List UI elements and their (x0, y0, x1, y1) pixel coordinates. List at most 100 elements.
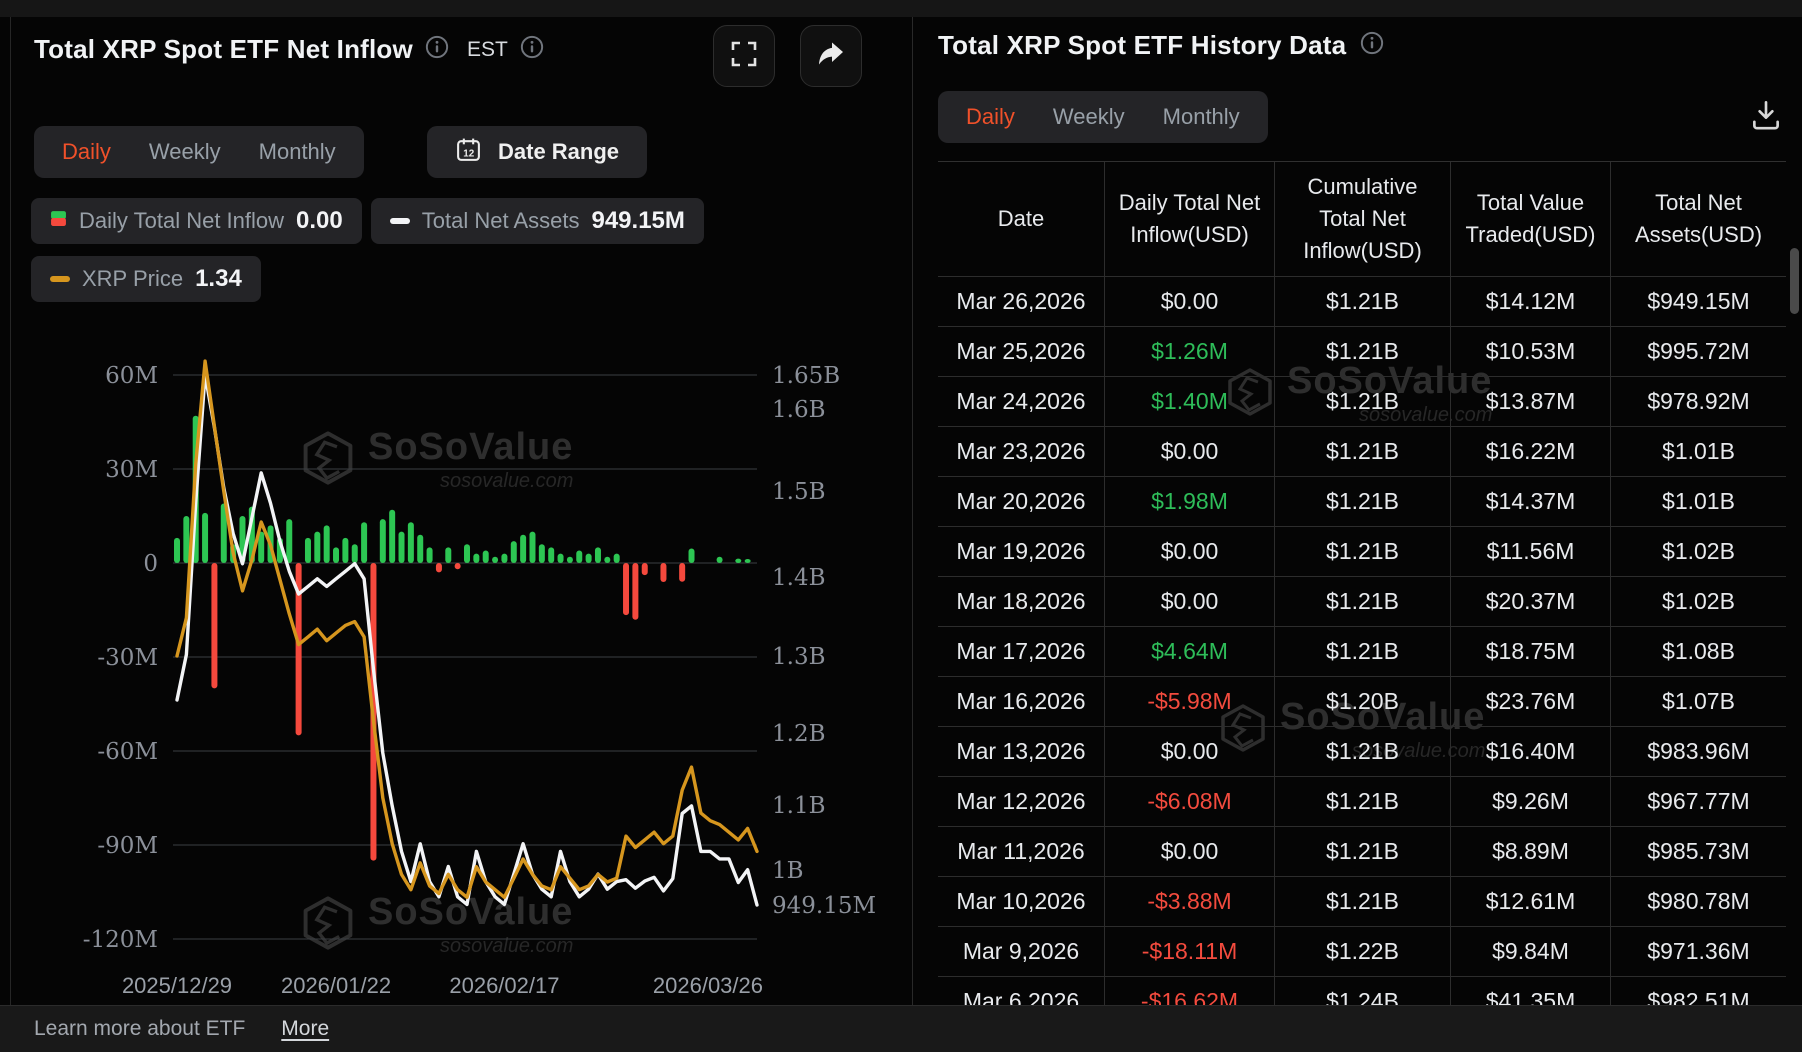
share-button[interactable] (800, 25, 862, 87)
left-axis-tick: 60M (105, 363, 158, 389)
table-cell-value: $1.21B (1275, 377, 1451, 427)
table-cell-value: $1.01B (1611, 477, 1786, 527)
inflow-bar (689, 548, 695, 563)
table-header: Daily Total Net Inflow(USD) (1105, 162, 1275, 277)
table-cell-value: $1.21B (1275, 877, 1451, 927)
table-cell-value: $1.20B (1275, 677, 1451, 727)
table-header: Date (938, 162, 1105, 277)
inflow-bar (492, 557, 498, 563)
inflow-bar (529, 532, 535, 563)
table-cell-value: -$16.62M (1105, 977, 1275, 1005)
download-button[interactable] (1742, 94, 1790, 140)
table-cell-value: $1.21B (1275, 277, 1451, 327)
right-axis-tick: 1.6B (772, 397, 825, 423)
tab-daily[interactable]: Daily (62, 139, 111, 165)
svg-text:12: 12 (463, 148, 474, 159)
inflow-bar (511, 541, 517, 563)
table-header: Total Net Assets(USD) (1611, 162, 1786, 277)
table-cell-value: $982.51M (1611, 977, 1786, 1005)
legend-daily-net-inflow[interactable]: Daily Total Net Inflow 0.00 (31, 198, 362, 244)
inflow-bar (735, 559, 741, 563)
inflow-bar (539, 544, 545, 563)
inflow-bar (576, 550, 582, 563)
table-cell-value: $1.08B (1611, 627, 1786, 677)
inflow-bar (286, 519, 292, 563)
table-scrollbar[interactable] (1790, 248, 1799, 314)
table-cell-value: $10.53M (1451, 327, 1611, 377)
table-cell-value: $13.87M (1451, 377, 1611, 427)
footer-more-link[interactable]: More (281, 1017, 329, 1041)
right-axis-tick: 1B (772, 858, 804, 884)
right-axis-tick: 1.2B (772, 721, 825, 747)
table-cell-value: $0.00 (1105, 827, 1275, 877)
inflow-bar (445, 547, 451, 563)
table-cell-value: $1.21B (1275, 527, 1451, 577)
table-cell-value: -$6.08M (1105, 777, 1275, 827)
inflow-bar (342, 538, 348, 563)
table-cell-value: $20.37M (1451, 577, 1611, 627)
inflow-bar (614, 554, 620, 563)
footer-bar: Learn more about ETF More (0, 1005, 1802, 1052)
table-cell-value: $1.07B (1611, 677, 1786, 727)
table-cell-value: $16.40M (1451, 727, 1611, 777)
table-cell-date: Mar 17,2026 (938, 627, 1105, 677)
tab-weekly[interactable]: Weekly (149, 139, 221, 165)
inflow-bar (174, 538, 180, 563)
date-range-button[interactable]: 12 Date Range (427, 126, 647, 178)
table-cell-value: $1.02B (1611, 577, 1786, 627)
info-icon[interactable] (1360, 31, 1384, 60)
info-icon[interactable] (520, 35, 544, 64)
left-axis-tick: -90M (97, 833, 158, 859)
history-table[interactable]: DateDaily Total Net Inflow(USD)Cumulativ… (938, 161, 1786, 1005)
top-strip (0, 0, 1802, 17)
table-cell-date: Mar 11,2026 (938, 827, 1105, 877)
inflow-bar (679, 563, 685, 582)
legend-label: Total Net Assets (422, 208, 580, 234)
legend-total-net-assets[interactable]: Total Net Assets 949.15M (371, 198, 704, 244)
inflow-bar (642, 563, 648, 575)
left-axis-tick: -120M (83, 927, 158, 953)
tab-daily[interactable]: Daily (966, 104, 1015, 130)
net-inflow-chart[interactable]: 60M30M0-30M-60M-90M-120M1.65B1.6B1.5B1.4… (0, 292, 912, 1004)
table-cell-date: Mar 13,2026 (938, 727, 1105, 777)
table-cell-value: $1.21B (1275, 827, 1451, 877)
table-cell-value: $41.35M (1451, 977, 1611, 1005)
inflow-bar (417, 535, 423, 563)
white-dash-icon (390, 212, 410, 230)
table-cell-date: Mar 10,2026 (938, 877, 1105, 927)
table-cell-value: $8.89M (1451, 827, 1611, 877)
table-cell-value: $18.75M (1451, 627, 1611, 677)
table-period-tabs: Daily Weekly Monthly (938, 91, 1268, 143)
table-cell-value: $1.24B (1275, 977, 1451, 1005)
inflow-bar (483, 550, 489, 563)
panel-divider (912, 17, 913, 1005)
left-axis-tick: 0 (143, 551, 158, 577)
tab-weekly[interactable]: Weekly (1053, 104, 1125, 130)
x-axis-tick: 2026/03/26 (653, 973, 763, 998)
inflow-bar (520, 535, 526, 563)
fullscreen-button[interactable] (713, 25, 775, 87)
legend-value: 0.00 (296, 207, 343, 235)
table-cell-value: $1.21B (1275, 777, 1451, 827)
tab-monthly[interactable]: Monthly (1163, 104, 1240, 130)
table-cell-value: $1.02B (1611, 527, 1786, 577)
table-cell-value: $1.01B (1611, 427, 1786, 477)
table-cell-date: Mar 9,2026 (938, 927, 1105, 977)
table-cell-date: Mar 25,2026 (938, 327, 1105, 377)
table-cell-date: Mar 18,2026 (938, 577, 1105, 627)
share-icon (815, 38, 847, 75)
inflow-bar (314, 532, 320, 563)
inflow-bar (745, 559, 751, 563)
download-icon (1748, 97, 1784, 138)
table-cell-value: $980.78M (1611, 877, 1786, 927)
legend-value: 949.15M (591, 207, 684, 235)
right-axis-tick: 1.65B (772, 363, 840, 389)
tab-monthly[interactable]: Monthly (259, 139, 336, 165)
info-icon[interactable] (425, 35, 449, 64)
table-cell-date: Mar 12,2026 (938, 777, 1105, 827)
table-cell-value: $985.73M (1611, 827, 1786, 877)
table-cell-value: $1.98M (1105, 477, 1275, 527)
table-cell-value: $0.00 (1105, 577, 1275, 627)
fullscreen-icon (729, 39, 759, 74)
inflow-bar (473, 554, 479, 563)
